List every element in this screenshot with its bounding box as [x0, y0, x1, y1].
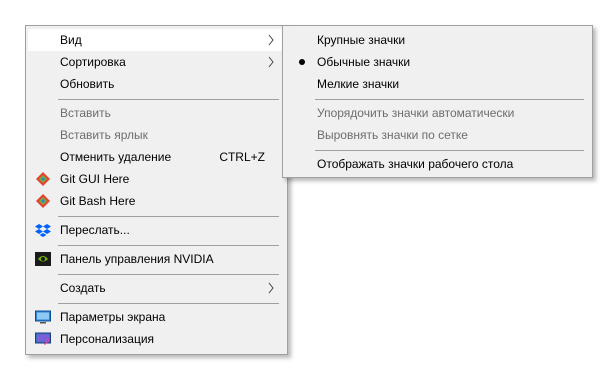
menu-item-label: Панель управления NVIDIA — [60, 252, 214, 266]
menu-item-label: Вставить — [60, 106, 111, 120]
menu-item-label: Выровнять значки по сетке — [317, 128, 468, 142]
menu-item-label: Отменить удаление — [60, 150, 172, 164]
menu-item-sort[interactable]: Сортировка — [28, 51, 285, 73]
submenu-item-align-to-grid[interactable]: Выровнять значки по сетке — [285, 124, 590, 146]
menu-item-new[interactable]: Создать — [28, 277, 285, 299]
menu-separator — [315, 150, 584, 151]
menu-item-label: Параметры экрана — [60, 310, 166, 324]
menu-item-label: Персонализация — [60, 332, 155, 346]
menu-item-label: Обычные значки — [317, 55, 411, 69]
menu-separator — [58, 245, 279, 246]
menu-item-label: Переслать... — [60, 223, 130, 237]
menu-item-undo-delete[interactable]: Отменить удаление CTRL+Z — [28, 146, 285, 168]
menu-item-label: Вставить ярлык — [60, 128, 148, 142]
nvidia-icon — [35, 252, 51, 266]
submenu-item-large-icons[interactable]: Крупные значки — [285, 29, 590, 51]
menu-item-display-settings[interactable]: Параметры экрана — [28, 306, 285, 328]
git-icon — [36, 172, 50, 186]
menu-item-label: Отображать значки рабочего стола — [317, 157, 514, 171]
display-settings-icon — [35, 310, 51, 324]
chevron-right-icon — [268, 282, 274, 294]
menu-item-git-bash[interactable]: Git Bash Here — [28, 190, 285, 212]
view-submenu: Крупные значки Обычные значки Мелкие зна… — [282, 25, 593, 178]
chevron-right-icon — [268, 56, 274, 68]
submenu-item-small-icons[interactable]: Мелкие значки — [285, 73, 590, 95]
submenu-item-show-desktop-icons[interactable]: Отображать значки рабочего стола — [285, 153, 590, 175]
menu-item-label: Обновить — [60, 77, 115, 91]
menu-item-label: Мелкие значки — [317, 77, 400, 91]
menu-separator — [58, 274, 279, 275]
submenu-item-medium-icons[interactable]: Обычные значки — [285, 51, 590, 73]
chevron-right-icon — [268, 34, 274, 46]
git-icon — [36, 194, 50, 208]
menu-item-paste-shortcut[interactable]: Вставить ярлык — [28, 124, 285, 146]
menu-separator — [58, 99, 279, 100]
menu-item-personalization[interactable]: Персонализация — [28, 328, 285, 350]
menu-item-label: Крупные значки — [317, 33, 406, 47]
menu-item-git-gui[interactable]: Git GUI Here — [28, 168, 285, 190]
menu-item-send-to[interactable]: Переслать... — [28, 219, 285, 241]
menu-item-nvidia[interactable]: Панель управления NVIDIA — [28, 248, 285, 270]
menu-separator — [58, 216, 279, 217]
menu-item-label: Упорядочить значки автоматически — [317, 106, 515, 120]
menu-item-label: Git GUI Here — [60, 172, 130, 186]
menu-item-label: Вид — [60, 33, 82, 47]
shortcut-text: CTRL+Z — [219, 150, 265, 164]
dropbox-icon — [35, 224, 51, 237]
menu-item-refresh[interactable]: Обновить — [28, 73, 285, 95]
menu-item-view[interactable]: Вид — [28, 29, 285, 51]
menu-item-label: Создать — [60, 281, 106, 295]
menu-separator — [315, 99, 584, 100]
menu-item-label: Git Bash Here — [60, 194, 136, 208]
menu-separator — [58, 303, 279, 304]
menu-item-paste[interactable]: Вставить — [28, 102, 285, 124]
personalization-icon — [35, 332, 51, 345]
radio-checked-icon — [299, 59, 305, 65]
menu-item-label: Сортировка — [60, 55, 126, 69]
desktop-context-menu: Вид Сортировка Обновить Вставить Вставит… — [25, 25, 288, 355]
submenu-item-auto-arrange[interactable]: Упорядочить значки автоматически — [285, 102, 590, 124]
